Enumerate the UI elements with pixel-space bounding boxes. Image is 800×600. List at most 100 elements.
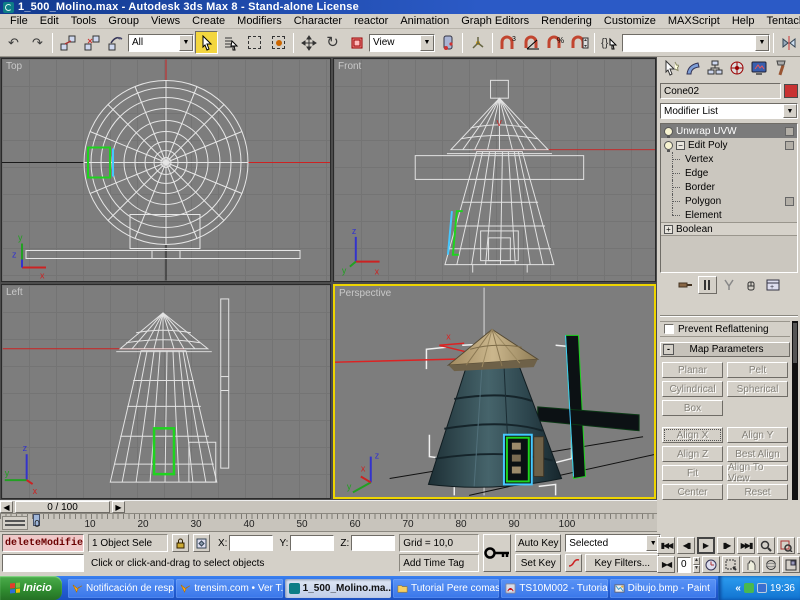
named-selection-sets-icon[interactable]: {} xyxy=(598,31,621,54)
taskbar-item-folder[interactable]: Tutorial Pere comas 3d xyxy=(393,579,499,598)
chevron-down-icon[interactable]: ▼ xyxy=(755,35,769,51)
viewport-front-label[interactable]: Front xyxy=(338,61,361,72)
align-to-view-button[interactable]: Align To View xyxy=(727,465,788,481)
taskbar-item-paint[interactable]: Dibujo.bmp - Paint xyxy=(610,579,716,598)
redo-icon[interactable]: ↷ xyxy=(26,31,49,54)
named-selection-dropdown[interactable]: ▼ xyxy=(622,34,770,52)
collapse-icon[interactable]: − xyxy=(676,141,685,150)
object-color-swatch[interactable] xyxy=(784,84,798,98)
bind-to-space-warp-icon[interactable] xyxy=(104,31,127,54)
zoom-icon[interactable] xyxy=(757,537,775,554)
show-end-result-icon[interactable] xyxy=(698,276,717,294)
use-pivot-point-icon[interactable] xyxy=(436,31,459,54)
taskbar-item-forum-notification[interactable]: Notificación de resp... xyxy=(68,579,174,598)
undo-icon[interactable]: ↶ xyxy=(2,31,25,54)
align-z-button[interactable]: Align Z xyxy=(662,446,723,462)
snap-toggle-3d-icon[interactable]: 3 xyxy=(496,31,519,54)
chevron-down-icon[interactable]: ▼ xyxy=(783,104,797,118)
default-in-out-tangent-icon[interactable] xyxy=(565,554,582,572)
reference-coordinate-dropdown[interactable]: View ▼ xyxy=(369,34,435,52)
menu-edit[interactable]: Edit xyxy=(34,15,65,27)
viewport-perspective-label[interactable]: Perspective xyxy=(339,288,391,299)
set-key-button[interactable]: Set Key xyxy=(515,554,561,572)
key-mode-dropdown[interactable]: Selected ▼ xyxy=(565,534,661,552)
tray-network-icon[interactable] xyxy=(757,583,767,593)
make-unique-icon[interactable] xyxy=(720,276,739,294)
modifier-color-box[interactable] xyxy=(785,197,794,206)
menu-tentacles[interactable]: Tentacles xyxy=(760,15,800,27)
menu-character[interactable]: Character xyxy=(288,15,348,27)
taskbar-item-pdf[interactable]: TS10M002 - Tutorial ... xyxy=(501,579,607,598)
open-mini-curve-editor-icon[interactable] xyxy=(2,516,28,530)
remove-modifier-icon[interactable] xyxy=(742,276,761,294)
tray-status-icon[interactable] xyxy=(744,583,754,593)
angle-snap-icon[interactable] xyxy=(520,31,543,54)
box-button[interactable]: Box xyxy=(662,400,723,416)
selection-lock-icon[interactable] xyxy=(172,534,189,552)
absolute-mode-transform-icon[interactable] xyxy=(193,534,210,552)
selection-filter-dropdown[interactable]: All ▼ xyxy=(128,34,194,52)
time-slider-button[interactable]: 0 / 100 xyxy=(15,501,110,513)
time-spinner[interactable]: ▲▼ xyxy=(693,557,700,573)
viewport-left[interactable]: Left xyxy=(1,284,331,499)
map-parameters-rollout-header[interactable]: - Map Parameters xyxy=(660,342,790,357)
viewport-front[interactable]: Front xyxy=(333,58,656,282)
viewport-top[interactable]: Top xyxy=(1,58,331,282)
spinner-snap-icon[interactable] xyxy=(568,31,591,54)
auto-key-button[interactable]: Auto Key xyxy=(515,534,561,552)
taskbar-item-3dsmax-active[interactable]: 1_500_Molino.ma... xyxy=(285,579,391,598)
track-bar[interactable]: 0 10 20 30 40 50 60 70 80 90 100 xyxy=(0,514,657,532)
region-zoom-icon[interactable] xyxy=(722,556,740,573)
visibility-bulb-icon[interactable] xyxy=(664,127,673,136)
mirror-icon[interactable] xyxy=(777,31,800,54)
select-and-scale-icon[interactable] xyxy=(345,31,368,54)
fit-button[interactable]: Fit xyxy=(662,465,723,481)
min-max-toggle-icon[interactable] xyxy=(782,556,800,573)
current-time-field[interactable]: 0 xyxy=(677,557,691,573)
percent-snap-icon[interactable]: % xyxy=(544,31,567,54)
time-configuration-icon[interactable] xyxy=(702,556,720,573)
stack-item-unwrap-uvw[interactable]: Unwrap UVW xyxy=(661,124,797,138)
y-coordinate-field[interactable] xyxy=(290,535,334,551)
select-and-manipulate-icon[interactable] xyxy=(466,31,489,54)
arc-rotate-icon[interactable] xyxy=(762,556,780,573)
menu-rendering[interactable]: Rendering xyxy=(535,15,598,27)
planar-button[interactable]: Planar xyxy=(662,362,723,378)
menu-modifiers[interactable]: Modifiers xyxy=(231,15,288,27)
key-mode-toggle-icon[interactable]: ▶◀ xyxy=(657,556,675,573)
go-to-start-icon[interactable]: ▮◀◀ xyxy=(657,537,675,554)
select-by-name-icon[interactable] xyxy=(219,31,242,54)
previous-frame-icon[interactable]: ◀▮ xyxy=(677,537,695,554)
key-filters-button[interactable]: Key Filters... xyxy=(585,554,659,572)
panel-scrollbar[interactable] xyxy=(792,321,798,500)
modifier-color-box[interactable] xyxy=(785,141,794,150)
visibility-bulb-icon[interactable] xyxy=(664,141,673,150)
zoom-all-icon[interactable] xyxy=(777,537,795,554)
stack-item-boolean[interactable]: + Boolean xyxy=(661,222,797,236)
previous-frame-arrow-icon[interactable]: ◀ xyxy=(0,501,13,513)
viewport-perspective[interactable]: Perspective xyxy=(333,284,656,499)
object-name-field[interactable]: Cone02 xyxy=(660,83,781,99)
stack-subitem-border[interactable]: Border xyxy=(661,180,797,194)
stack-subitem-polygon[interactable]: Polygon xyxy=(661,194,797,208)
z-coordinate-field[interactable] xyxy=(351,535,395,551)
rectangular-selection-region-icon[interactable] xyxy=(243,31,266,54)
hierarchy-tab-icon[interactable] xyxy=(704,58,725,78)
stack-subitem-element[interactable]: Element xyxy=(661,208,797,222)
play-animation-icon[interactable]: ▶ xyxy=(697,537,715,554)
chevron-down-icon[interactable]: ▼ xyxy=(179,35,193,51)
menu-group[interactable]: Group xyxy=(102,15,145,27)
menu-views[interactable]: Views xyxy=(145,15,186,27)
viewport-left-label[interactable]: Left xyxy=(6,287,23,298)
menu-reactor[interactable]: reactor xyxy=(348,15,394,27)
chevron-down-icon[interactable]: ▼ xyxy=(420,35,434,51)
prevent-reflattening-checkbox[interactable] xyxy=(664,324,674,334)
menu-create[interactable]: Create xyxy=(186,15,231,27)
stack-subitem-edge[interactable]: Edge xyxy=(661,166,797,180)
expand-icon[interactable]: + xyxy=(664,225,673,234)
menu-tools[interactable]: Tools xyxy=(65,15,103,27)
menu-customize[interactable]: Customize xyxy=(598,15,662,27)
center-button[interactable]: Center xyxy=(662,484,723,500)
menu-file[interactable]: File xyxy=(4,15,34,27)
add-time-tag[interactable]: Add Time Tag xyxy=(399,554,479,572)
